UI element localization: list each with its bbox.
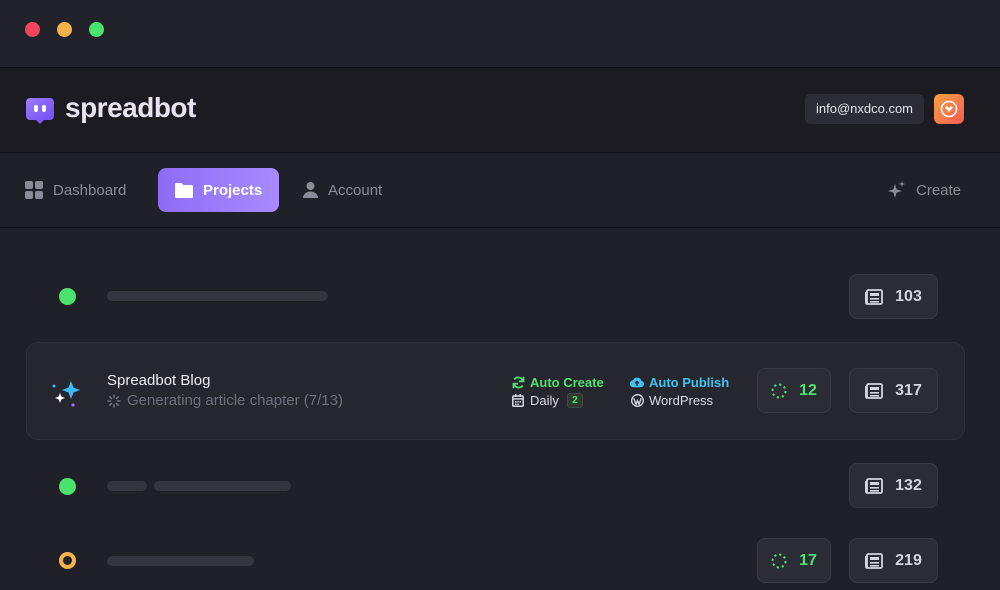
dashed-circle-icon [771, 383, 787, 399]
articles-count-button[interactable]: 103 [849, 274, 938, 319]
project-row[interactable]: 103 [26, 248, 965, 346]
project-name[interactable]: Spreadbot Blog [107, 372, 210, 389]
schedule-label: Daily [530, 392, 559, 408]
articles-count-button[interactable]: 219 [849, 538, 938, 583]
articles-count: 132 [895, 476, 922, 494]
heart-shield-icon [940, 100, 958, 118]
status-dot-active [59, 288, 76, 305]
loading-placeholder [107, 556, 254, 566]
in-progress-count-button[interactable]: 17 [757, 538, 831, 583]
wordpress-icon [630, 393, 644, 407]
articles-count: 317 [895, 381, 922, 399]
project-row[interactable]: 17 219 [26, 514, 965, 590]
project-status: Generating article chapter (7/13) [107, 392, 343, 409]
newspaper-icon [865, 552, 884, 569]
articles-count-button[interactable]: 317 [849, 368, 938, 413]
tab-account[interactable]: Account [303, 168, 382, 212]
window-close-button[interactable] [25, 22, 40, 37]
auto-publish-info: Auto Publish WordPress [630, 373, 729, 409]
brand-name: spreadbot [65, 92, 196, 123]
status-dot-pending [59, 552, 76, 569]
avatar[interactable] [934, 94, 964, 124]
window-minimize-button[interactable] [57, 22, 72, 37]
dashboard-grid-icon [25, 181, 43, 199]
main-nav: Dashboard Projects Account Create [0, 153, 1000, 228]
window-titlebar [0, 0, 1000, 68]
auto-create-info: Auto Create Daily 2 [511, 373, 604, 409]
loading-placeholder [107, 481, 147, 491]
in-progress-count-button[interactable]: 12 [757, 368, 831, 413]
articles-count: 219 [895, 551, 922, 569]
cloud-upload-icon [630, 376, 644, 388]
platform-label: WordPress [649, 392, 714, 408]
create-label: Create [916, 181, 962, 199]
window-maximize-button[interactable] [89, 22, 104, 37]
user-icon [303, 182, 318, 198]
account-email[interactable]: info@nxdco.com [805, 94, 924, 124]
sparkle-icon [888, 181, 906, 199]
loading-placeholder [107, 291, 328, 301]
articles-count: 103 [895, 287, 922, 305]
tab-dashboard-label: Dashboard [53, 181, 127, 199]
newspaper-icon [865, 382, 884, 399]
spreadbot-logo-icon[interactable] [25, 96, 55, 126]
loading-placeholder [154, 481, 291, 491]
dashed-circle-icon [771, 553, 787, 569]
articles-count-button[interactable]: 132 [849, 463, 938, 508]
schedule-count-badge: 2 [566, 392, 583, 408]
newspaper-icon [865, 288, 884, 305]
tab-projects-label: Projects [203, 181, 263, 199]
tab-dashboard[interactable]: Dashboard [25, 168, 126, 212]
in-progress-count: 12 [799, 381, 817, 399]
create-button[interactable]: Create [888, 168, 961, 212]
auto-create-label: Auto Create [530, 374, 604, 390]
calendar-icon [511, 393, 525, 407]
sparkles-project-icon [52, 381, 80, 407]
folder-icon [175, 182, 193, 198]
in-progress-count: 17 [799, 551, 817, 569]
newspaper-icon [865, 477, 884, 494]
app-header: spreadbot info@nxdco.com [0, 68, 1000, 153]
tab-projects[interactable]: Projects [158, 168, 279, 212]
spinner-icon [107, 393, 121, 408]
status-dot-active [59, 478, 76, 495]
tab-account-label: Account [328, 181, 383, 199]
project-status-text: Generating article chapter (7/13) [127, 392, 343, 409]
auto-publish-label: Auto Publish [649, 374, 730, 390]
project-row-spreadbot-blog[interactable]: Spreadbot Blog Generating article chapte… [26, 342, 965, 440]
refresh-icon [511, 376, 525, 389]
